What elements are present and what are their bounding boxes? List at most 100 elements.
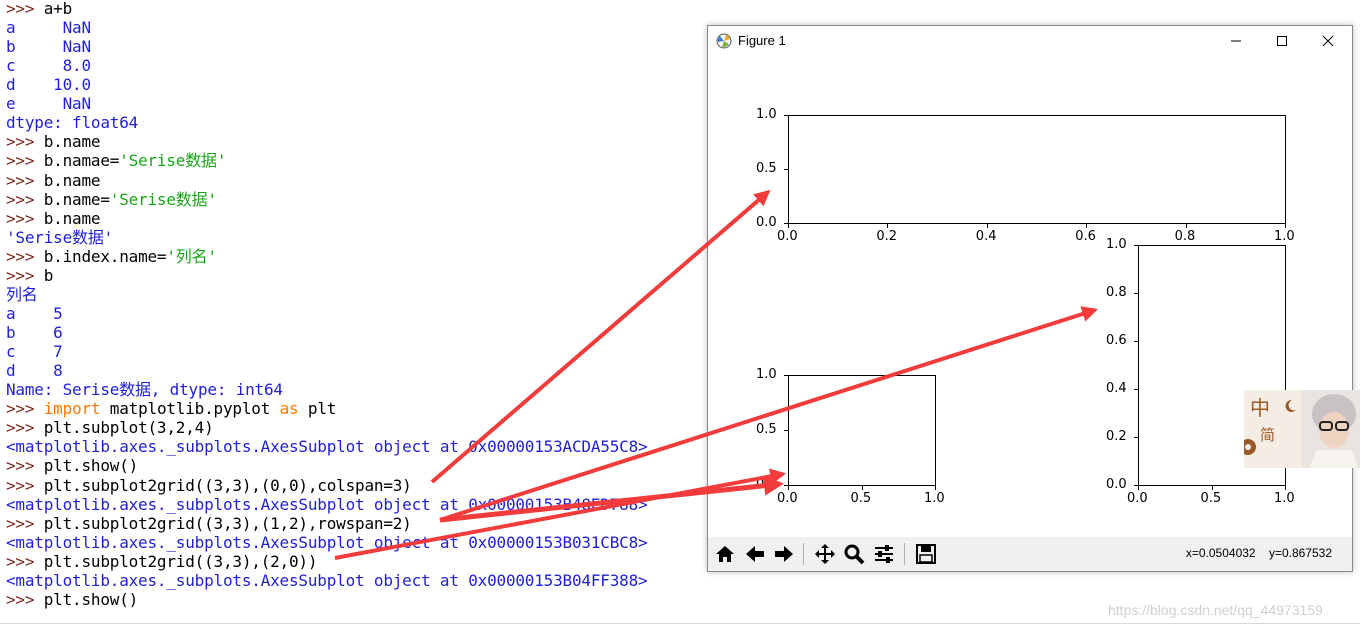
keyword-token: as bbox=[279, 399, 299, 419]
console-input-line[interactable]: >>> b.name bbox=[6, 170, 101, 190]
code-text: Name: Serise数据, dtype: int64 bbox=[6, 380, 283, 400]
console-output-line[interactable]: <matplotlib.axes._subplots.AxesSubplot o… bbox=[6, 533, 648, 552]
console-output-line[interactable]: c 7 bbox=[6, 342, 63, 361]
prompt-marker: >>> bbox=[6, 265, 44, 285]
y-tick-mark bbox=[784, 375, 788, 376]
console-input-line[interactable]: >>> plt.subplot(3,2,4) bbox=[6, 418, 214, 437]
x-tick-mark bbox=[861, 486, 863, 490]
pan-button[interactable] bbox=[812, 541, 838, 567]
y-tick-mark bbox=[1134, 389, 1138, 390]
zoom-icon bbox=[844, 544, 865, 565]
console-output-line[interactable]: dtype: float64 bbox=[6, 113, 138, 132]
back-arrow-icon bbox=[746, 546, 764, 562]
y-tick-mark bbox=[784, 115, 788, 116]
console-output-line[interactable]: <matplotlib.axes._subplots.AxesSubplot o… bbox=[6, 494, 648, 514]
console-output-line[interactable]: c 8.0 bbox=[6, 56, 91, 75]
x-tick-label: 1.0 bbox=[924, 491, 945, 506]
console-output-line[interactable]: d 10.0 bbox=[6, 75, 91, 94]
prompt-marker: >>> bbox=[6, 246, 44, 266]
console-input-line[interactable]: >>> b bbox=[6, 266, 53, 285]
title-bar[interactable]: Figure 1 bbox=[708, 26, 1352, 56]
moon-icon bbox=[1285, 399, 1296, 412]
axes-top-colspan3[interactable] bbox=[788, 115, 1286, 224]
console-output-line[interactable]: b 6 bbox=[6, 323, 63, 342]
console-output-line[interactable]: 'Serise数据' bbox=[6, 228, 113, 247]
y-tick-label: 0.4 bbox=[1106, 381, 1127, 396]
cursor-x: x=0.0504032 bbox=[1185, 546, 1256, 560]
console-output-line[interactable]: b NaN bbox=[6, 37, 91, 56]
code-text: b.name= bbox=[43, 189, 110, 209]
prompt-marker: >>> bbox=[6, 513, 44, 533]
ime-variant-indicator[interactable]: 简 bbox=[1260, 424, 1275, 445]
axes-bottom-left[interactable] bbox=[788, 375, 936, 486]
code-text: c 7 bbox=[6, 342, 63, 362]
console-input-line[interactable]: >>> plt.subplot2grid((3,3),(0,0),colspan… bbox=[6, 476, 412, 495]
ime-mode-indicator[interactable]: 中 bbox=[1250, 392, 1270, 421]
console-input-line[interactable]: >>> plt.show() bbox=[6, 590, 138, 609]
console-output-line[interactable]: d 8 bbox=[6, 361, 63, 380]
console-input-line[interactable]: >>> a+b bbox=[6, 0, 72, 18]
y-tick-label: 0.0 bbox=[1106, 477, 1127, 492]
prompt-marker: >>> bbox=[6, 399, 44, 419]
prompt-marker: >>> bbox=[6, 456, 44, 476]
x-tick-mark bbox=[887, 224, 889, 228]
y-tick-mark bbox=[784, 169, 788, 170]
close-button[interactable] bbox=[1305, 26, 1351, 56]
ime-status-widget[interactable]: 中 简 bbox=[1244, 390, 1360, 468]
back-button[interactable] bbox=[742, 541, 768, 567]
prompt-marker: >>> bbox=[6, 418, 44, 438]
console-output-line[interactable]: a 5 bbox=[6, 304, 63, 323]
code-text: b.name bbox=[43, 170, 101, 190]
window-border bbox=[0, 623, 1360, 624]
code-text: b.name bbox=[43, 132, 101, 152]
console-input-line[interactable]: >>> b.index.name='列名' bbox=[6, 247, 217, 266]
prompt-marker: >>> bbox=[6, 151, 44, 171]
code-text: plt.subplot2grid((3,3),(2,0)) bbox=[43, 551, 318, 571]
zoom-button[interactable] bbox=[841, 541, 867, 567]
console-input-line[interactable]: >>> b.name bbox=[6, 208, 101, 228]
code-text: b NaN bbox=[6, 37, 91, 57]
x-tick-mark bbox=[788, 486, 789, 490]
x-tick-mark bbox=[1086, 224, 1088, 228]
console-output-line[interactable]: e NaN bbox=[6, 94, 91, 113]
x-tick-label: 0.4 bbox=[975, 229, 997, 244]
console-input-line[interactable]: >>> plt.subplot2grid((3,3),(1,2),rowspan… bbox=[6, 514, 412, 533]
code-text: c 8.0 bbox=[6, 56, 91, 76]
x-tick-label: 0.0 bbox=[777, 229, 798, 244]
configure-subplots-button[interactable] bbox=[871, 541, 897, 567]
save-button[interactable] bbox=[913, 541, 939, 567]
prompt-marker: >>> bbox=[6, 475, 44, 495]
y-tick-label: 1.0 bbox=[1106, 237, 1127, 252]
code-text: plt.subplot(3,2,4) bbox=[43, 418, 214, 438]
x-tick-mark bbox=[1138, 486, 1139, 490]
console-input-line[interactable]: >>> b.name bbox=[6, 132, 101, 152]
cursor-y: y=0.867532 bbox=[1268, 546, 1332, 560]
code-text: matplotlib.pyplot bbox=[100, 399, 280, 419]
console-output-line[interactable]: 列名 bbox=[6, 285, 38, 304]
console-input-line[interactable]: >>> b.namae='Serise数据' bbox=[6, 151, 226, 170]
toolbar-separator bbox=[904, 543, 905, 565]
forward-button[interactable] bbox=[771, 541, 797, 567]
console-input-line[interactable]: >>> plt.subplot2grid((3,3),(2,0)) bbox=[6, 552, 317, 571]
console-output-line[interactable]: Name: Serise数据, dtype: int64 bbox=[6, 380, 283, 399]
code-text: d 10.0 bbox=[6, 75, 91, 95]
console-input-line[interactable]: >>> b.name='Serise数据' bbox=[6, 190, 217, 209]
console-input-line[interactable]: >>> import matplotlib.pyplot as plt bbox=[6, 399, 336, 418]
string-token: 'Serise数据' bbox=[119, 151, 227, 171]
console-output-line[interactable]: <matplotlib.axes._subplots.AxesSubplot o… bbox=[6, 571, 648, 590]
prompt-marker: >>> bbox=[6, 551, 44, 571]
x-tick-mark bbox=[788, 224, 789, 228]
navigation-toolbar: x=0.0504032 y=0.867532 bbox=[708, 537, 1352, 571]
prompt-marker: >>> bbox=[6, 170, 44, 190]
code-text: <matplotlib.axes._subplots.AxesSubplot o… bbox=[6, 494, 648, 514]
matplotlib-figure-window[interactable]: Figure 1 0.0 0.2 0.4 0.6 0.8 1.0 0.0 0.5 1.0 0.0 0… bbox=[707, 25, 1353, 572]
window-title: Figure 1 bbox=[738, 33, 786, 48]
matplotlib-app-icon bbox=[716, 33, 732, 49]
console-output-line[interactable]: a NaN bbox=[6, 18, 91, 37]
prompt-marker: >>> bbox=[6, 208, 44, 228]
maximize-button[interactable] bbox=[1259, 26, 1305, 56]
minimize-button[interactable] bbox=[1213, 26, 1259, 56]
home-button[interactable] bbox=[712, 541, 738, 567]
console-input-line[interactable]: >>> plt.show() bbox=[6, 456, 138, 475]
console-output-line[interactable]: <matplotlib.axes._subplots.AxesSubplot o… bbox=[6, 437, 648, 456]
